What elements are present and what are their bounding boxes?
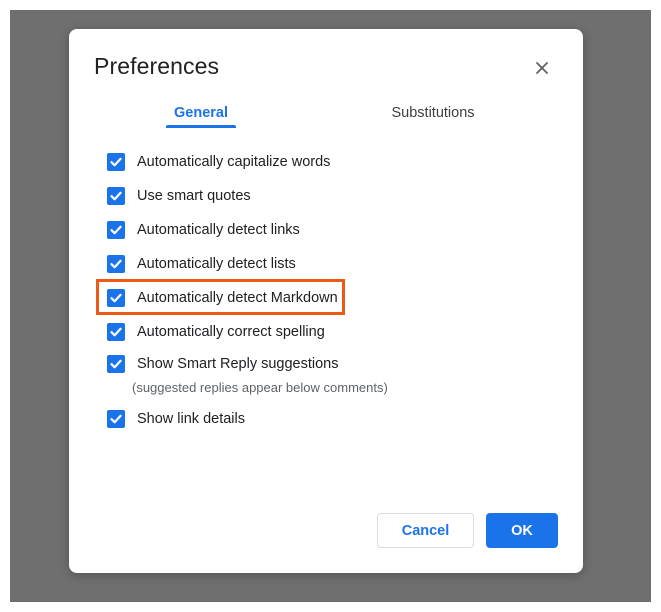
option-label: Show Smart Reply suggestions [137, 356, 339, 372]
tab-bar: General Substitutions [69, 101, 583, 131]
tab-general[interactable]: General [166, 105, 236, 121]
checkbox-checked-icon[interactable] [107, 153, 125, 171]
active-tab-indicator [166, 125, 236, 128]
option-label: Automatically correct spelling [137, 324, 325, 340]
option-label: Use smart quotes [137, 188, 251, 204]
checkbox-checked-icon[interactable] [107, 410, 125, 428]
option-label: Show link details [137, 411, 245, 427]
checkbox-checked-icon[interactable] [107, 221, 125, 239]
smart-reply-note: (suggested replies appear below comments… [132, 380, 388, 395]
checkbox-checked-icon[interactable] [107, 289, 125, 307]
checkbox-checked-icon[interactable] [107, 323, 125, 341]
ok-button[interactable]: OK [486, 513, 558, 548]
option-correct-spelling[interactable]: Automatically correct spelling [107, 321, 325, 343]
option-smart-reply[interactable]: Show Smart Reply suggestions [107, 353, 339, 375]
close-icon [536, 62, 548, 74]
option-detect-markdown[interactable]: Automatically detect Markdown [107, 287, 338, 309]
tab-substitutions[interactable]: Substitutions [381, 105, 485, 121]
preferences-dialog: Preferences General Substitutions Automa… [69, 29, 583, 573]
option-capitalize-words[interactable]: Automatically capitalize words [107, 151, 330, 173]
option-label: Automatically capitalize words [137, 154, 331, 170]
option-label: Automatically detect links [137, 222, 300, 238]
checkbox-checked-icon[interactable] [107, 355, 125, 373]
cancel-button[interactable]: Cancel [377, 513, 474, 548]
checkbox-checked-icon[interactable] [107, 187, 125, 205]
option-smart-quotes[interactable]: Use smart quotes [107, 185, 251, 207]
option-link-details[interactable]: Show link details [107, 408, 245, 430]
option-detect-links[interactable]: Automatically detect links [107, 219, 300, 241]
dialog-title: Preferences [94, 53, 220, 79]
close-button[interactable] [531, 57, 553, 79]
option-label: Automatically detect Markdown [137, 290, 338, 306]
option-detect-lists[interactable]: Automatically detect lists [107, 253, 296, 275]
checkbox-checked-icon[interactable] [107, 255, 125, 273]
option-label: Automatically detect lists [137, 256, 296, 272]
